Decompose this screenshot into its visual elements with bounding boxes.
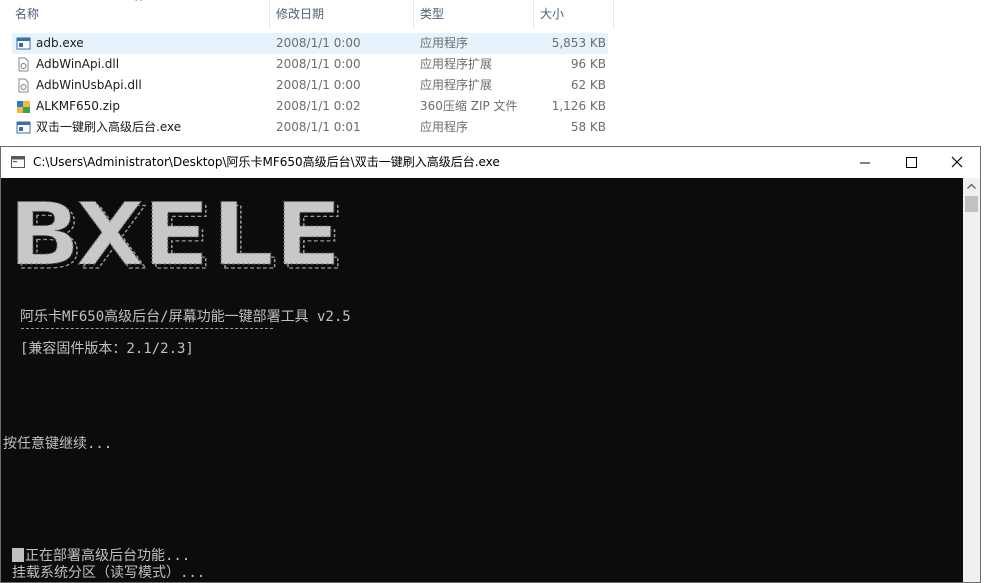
file-size: 62 KB [570,78,606,92]
file-row[interactable]: AdbWinUsbApi.dll 2008/1/1 0:00 应用程序扩展 62… [12,75,608,96]
file-row[interactable]: 双击一键刷入高级后台.exe 2008/1/1 0:01 应用程序 58 KB [12,117,608,138]
file-date: 2008/1/1 0:02 [276,99,361,113]
file-type: 应用程序 [420,36,469,50]
sort-ascending-icon: ^ [134,0,144,9]
console-line-tool-name: 阿乐卡MF650高级后台/屏幕功能一键部署工具 v2.5 [20,309,351,325]
banner-text: BXELE [11,194,341,276]
console-title: C:\Users\Administrator\Desktop\阿乐卡MF650高… [33,155,500,169]
dll-icon [18,57,29,72]
file-row[interactable]: adb.exe 2008/1/1 0:00 应用程序 5,853 KB [12,33,608,54]
ascii-art-banner: BXELE BXELE [11,194,346,276]
file-row[interactable]: AdbWinApi.dll 2008/1/1 0:00 应用程序扩展 96 KB [12,54,608,75]
file-date: 2008/1/1 0:00 [276,57,361,71]
file-date: 2008/1/1 0:00 [276,36,361,50]
vertical-scrollbar[interactable] [963,178,980,582]
close-button[interactable] [934,147,980,178]
close-icon [951,156,963,168]
exe-icon [16,121,31,134]
scrollbar-thumb[interactable] [965,196,978,212]
column-header-type[interactable]: 类型 [420,0,444,28]
column-divider[interactable] [533,0,534,28]
file-name: 双击一键刷入高级后台.exe [36,120,182,134]
console-line-compat: [兼容固件版本：2.1/2.3] [20,341,194,357]
file-explorer-list: ^ 名称 修改日期 类型 大小 adb.exe 2008/1/1 0:00 应用… [0,0,991,150]
console-app-icon [11,156,25,168]
console-window[interactable]: C:\Users\Administrator\Desktop\阿乐卡MF650高… [0,146,981,583]
console-output[interactable]: BXELE BXELE 阿乐卡MF650高级后台/屏幕功能一键部署工具 v2.5… [1,178,963,582]
file-name: AdbWinApi.dll [36,57,120,71]
file-size: 1,126 KB [551,99,606,113]
file-date: 2008/1/1 0:00 [276,78,361,92]
text-cursor [12,548,24,562]
column-divider[interactable] [269,0,270,28]
column-divider[interactable] [413,0,414,28]
column-header-name[interactable]: 名称 [15,0,39,28]
file-size: 96 KB [570,57,606,71]
maximize-button[interactable] [888,147,934,178]
file-type: 应用程序扩展 [420,78,493,92]
file-type: 360压缩 ZIP 文件 [420,99,518,113]
console-line-mounting: 挂载系统分区（读写模式）... [12,565,206,581]
file-date: 2008/1/1 0:01 [276,120,361,134]
column-header-size[interactable]: 大小 [540,0,564,28]
file-name: adb.exe [36,36,84,50]
file-row[interactable]: ALKMF650.zip 2008/1/1 0:02 360压缩 ZIP 文件 … [12,96,608,117]
file-type: 应用程序 [420,120,469,134]
divider-dashes [21,328,273,329]
column-header-date[interactable]: 修改日期 [276,0,324,28]
dll-icon [18,78,29,93]
minimize-button[interactable] [842,147,888,178]
scroll-up-button[interactable] [963,178,980,195]
console-titlebar[interactable]: C:\Users\Administrator\Desktop\阿乐卡MF650高… [1,147,980,178]
zip-icon [17,101,30,113]
exe-icon [16,37,31,50]
file-name: AdbWinUsbApi.dll [36,78,142,92]
file-size: 58 KB [570,120,606,134]
chevron-up-icon [967,183,976,189]
minimize-icon [860,162,870,164]
maximize-icon [906,157,917,168]
file-size: 5,853 KB [551,36,606,50]
console-line-press-key: 按任意键继续... [3,436,113,452]
file-type: 应用程序扩展 [420,57,493,71]
column-divider[interactable] [613,0,614,28]
file-name: ALKMF650.zip [36,99,120,113]
